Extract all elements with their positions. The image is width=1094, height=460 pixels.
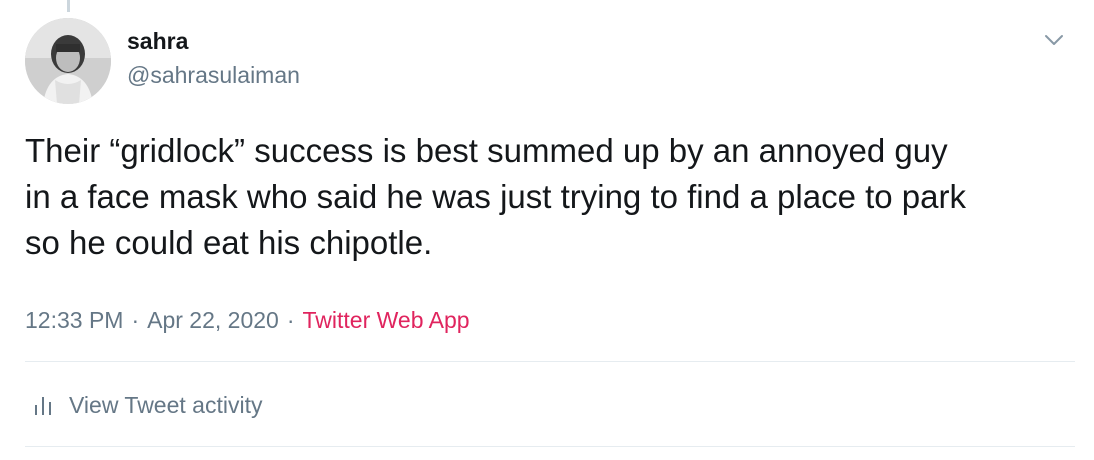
tweet-date[interactable]: Apr 22, 2020 — [147, 307, 279, 333]
meta-separator: · — [131, 307, 140, 333]
tweet-time[interactable]: 12:33 PM — [25, 307, 123, 333]
tweet-meta: 12:33 PM · Apr 22, 2020 · Twitter Web App — [25, 304, 470, 336]
bar-chart-icon — [33, 393, 55, 417]
view-tweet-activity-label: View Tweet activity — [69, 392, 263, 418]
user-handle[interactable]: @sahrasulaiman — [127, 60, 300, 90]
view-tweet-activity-button[interactable]: View Tweet activity — [33, 389, 262, 421]
display-name[interactable]: sahra — [127, 26, 300, 56]
tweet-text: Their “gridlock” success is best summed … — [25, 132, 966, 261]
chevron-down-icon[interactable] — [1042, 28, 1066, 52]
tweet-header: sahra @sahrasulaiman — [25, 18, 1074, 108]
user-block: sahra @sahrasulaiman — [127, 26, 300, 90]
thread-connector-line — [67, 0, 70, 12]
divider — [25, 446, 1075, 447]
divider — [25, 361, 1075, 362]
avatar[interactable] — [25, 18, 111, 104]
tweet-source-link[interactable]: Twitter Web App — [303, 307, 470, 333]
meta-separator: · — [286, 307, 295, 333]
